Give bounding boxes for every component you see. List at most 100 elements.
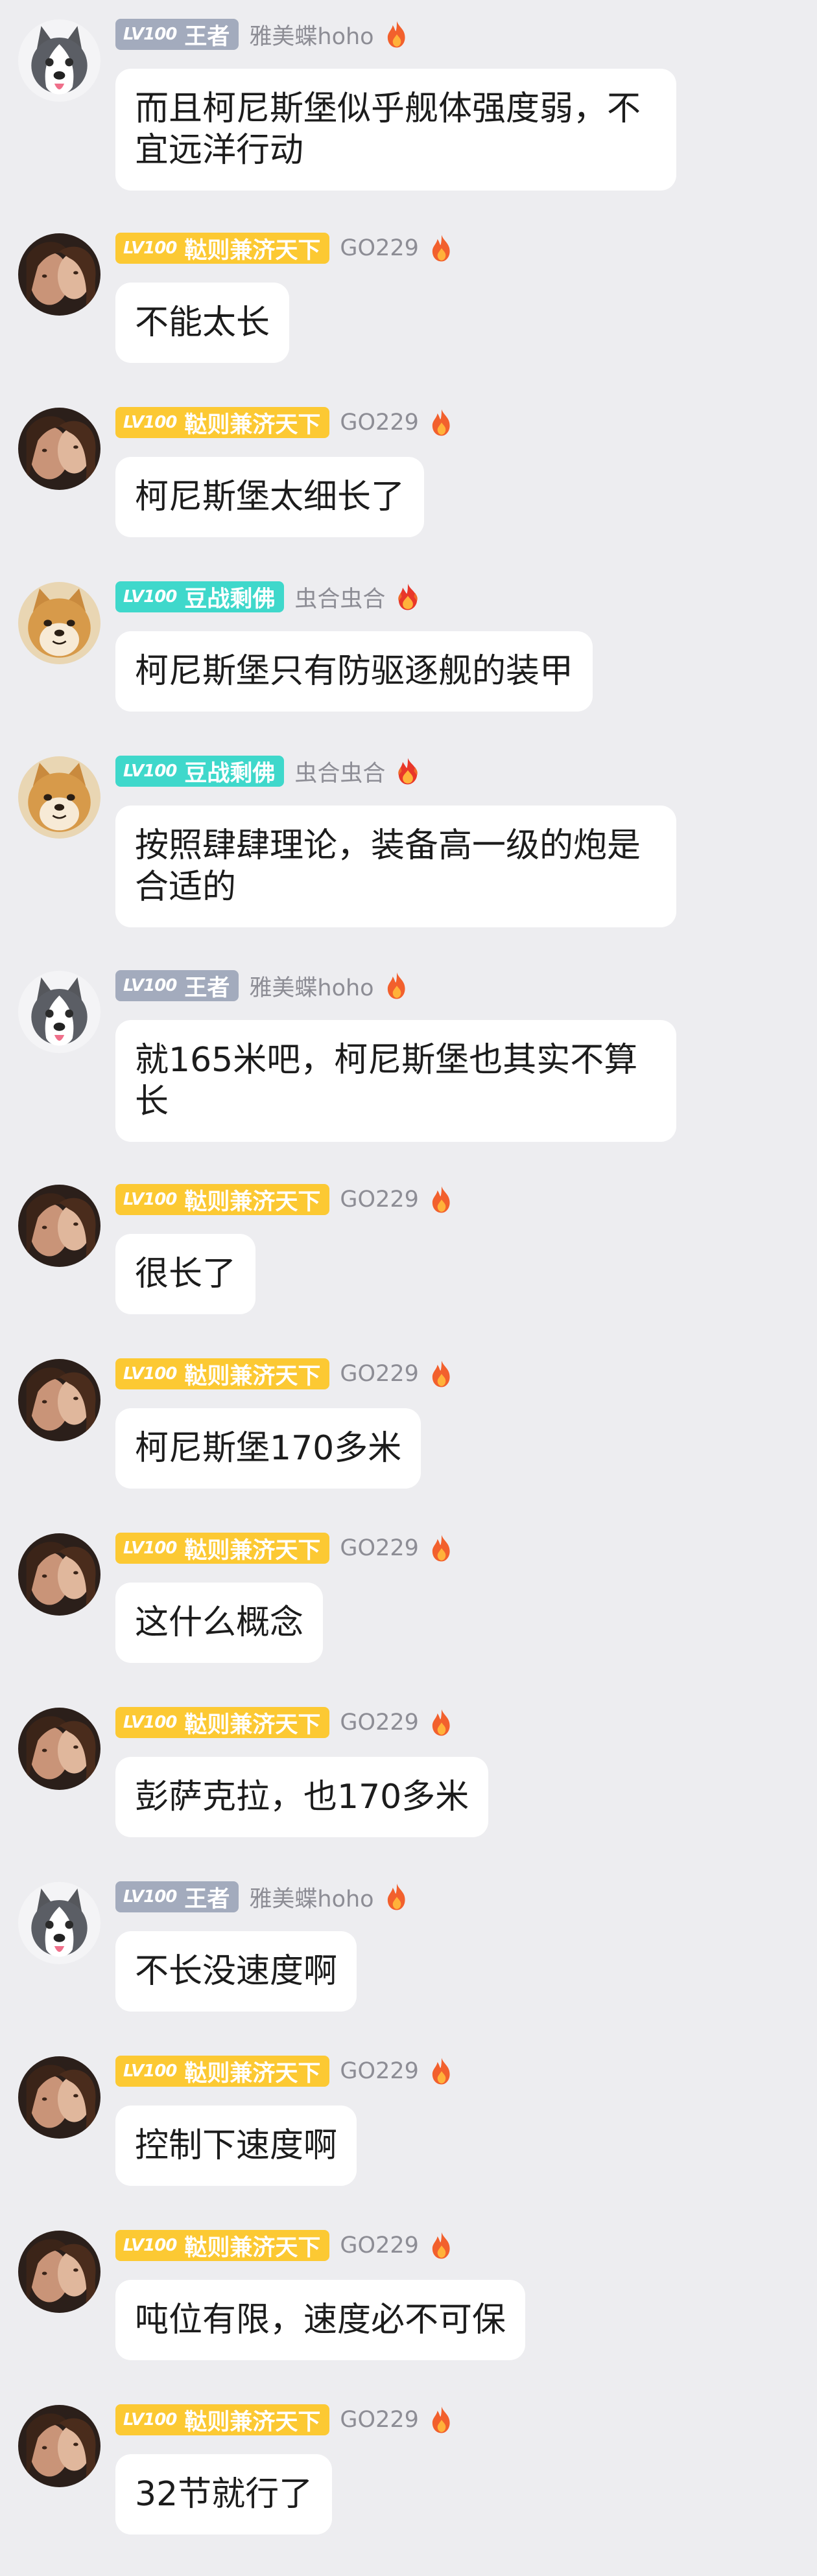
- level-label: LV100: [123, 238, 177, 258]
- flame-icon: [385, 1883, 409, 1911]
- message-bubble[interactable]: 这什么概念: [115, 1583, 324, 1663]
- level-badge: LV100 鞑则兼济天下: [115, 407, 330, 438]
- badge-title: 豆战剩佛: [184, 760, 276, 787]
- sender-meta: LV100 王者 雅美蝶hoho: [115, 18, 409, 51]
- level-label: LV100: [123, 976, 177, 995]
- avatar-couple[interactable]: [18, 408, 101, 490]
- level-label: LV100: [123, 25, 177, 44]
- badge-title: 王者: [184, 975, 230, 1001]
- level-badge: LV100 王者: [115, 970, 239, 1001]
- sender-nickname[interactable]: GO229: [340, 1535, 418, 1561]
- flame-icon: [429, 1185, 454, 1214]
- level-label: LV100: [123, 1887, 177, 1907]
- avatar-shiba[interactable]: [18, 582, 101, 664]
- flame-icon: [385, 971, 409, 1000]
- sender-meta: LV100 鞑则兼济天下 GO229: [115, 2055, 454, 2087]
- sender-nickname[interactable]: 雅美蝶hoho: [249, 18, 373, 51]
- message-bubble[interactable]: 32节就行了: [115, 2454, 333, 2535]
- badge-title: 鞑则兼济天下: [184, 1363, 321, 1389]
- level-label: LV100: [123, 413, 177, 432]
- sender-nickname[interactable]: GO229: [340, 1361, 418, 1387]
- sender-nickname[interactable]: GO229: [340, 2058, 418, 2084]
- badge-title: 鞑则兼济天下: [184, 1712, 321, 1738]
- sender-meta: LV100 王者 雅美蝶hoho: [115, 969, 409, 1002]
- avatar-couple[interactable]: [18, 1533, 101, 1616]
- message-bubble[interactable]: 控制下速度啊: [115, 2106, 357, 2186]
- flame-icon: [429, 1534, 454, 1562]
- level-label: LV100: [123, 587, 177, 607]
- level-badge: LV100 鞑则兼济天下: [115, 1184, 330, 1215]
- avatar-husky[interactable]: [18, 19, 101, 102]
- level-badge: LV100 鞑则兼济天下: [115, 2404, 330, 2435]
- level-label: LV100: [123, 2236, 177, 2255]
- message-bubble[interactable]: 按照肆肆理论，装备高一级的炮是合适的: [115, 806, 676, 927]
- flame-icon: [429, 2057, 454, 2085]
- level-label: LV100: [123, 1364, 177, 1384]
- avatar-shiba[interactable]: [18, 756, 101, 839]
- message-bubble[interactable]: 吨位有限，速度必不可保: [115, 2280, 526, 2360]
- sender-meta: LV100 鞑则兼济天下 GO229: [115, 1532, 454, 1564]
- flame-icon: [396, 757, 420, 785]
- avatar-couple[interactable]: [18, 233, 101, 316]
- sender-nickname[interactable]: GO229: [340, 1710, 418, 1735]
- flame-icon: [429, 1360, 454, 1388]
- message-bubble[interactable]: 而且柯尼斯堡似乎舰体强度弱，不宜远洋行动: [115, 69, 676, 191]
- badge-title: 鞑则兼济天下: [184, 412, 321, 438]
- avatar-couple[interactable]: [18, 2405, 101, 2487]
- avatar-husky[interactable]: [18, 971, 101, 1053]
- avatar-couple[interactable]: [18, 2056, 101, 2139]
- badge-title: 豆战剩佛: [184, 586, 276, 612]
- level-badge: LV100 鞑则兼济天下: [115, 1358, 330, 1389]
- message-bubble[interactable]: 柯尼斯堡170多米: [115, 1408, 421, 1489]
- sender-meta: LV100 鞑则兼济天下 GO229: [115, 1183, 454, 1216]
- message-bubble[interactable]: 就165米吧，柯尼斯堡也其实不算长: [115, 1020, 676, 1142]
- badge-title: 鞑则兼济天下: [184, 2409, 321, 2435]
- sender-meta: LV100 鞑则兼济天下 GO229: [115, 2229, 454, 2262]
- badge-title: 鞑则兼济天下: [184, 2234, 321, 2261]
- level-label: LV100: [123, 1190, 177, 1209]
- sender-nickname[interactable]: GO229: [340, 2407, 418, 2433]
- chat-message-list[interactable]: LV100 王者 雅美蝶hoho 而且柯尼斯堡似乎舰体强度弱，不宜远洋行动 LV…: [0, 0, 817, 2576]
- message-bubble[interactable]: 彭萨克拉，也170多米: [115, 1757, 489, 1837]
- message-bubble[interactable]: 柯尼斯堡只有防驱逐舰的装甲: [115, 631, 593, 712]
- sender-meta: LV100 鞑则兼济天下 GO229: [115, 2404, 454, 2436]
- level-label: LV100: [123, 761, 177, 781]
- level-badge: LV100 王者: [115, 19, 239, 50]
- avatar-husky[interactable]: [18, 1882, 101, 1964]
- badge-title: 王者: [184, 23, 230, 50]
- message-bubble[interactable]: 不长没速度啊: [115, 1931, 357, 2012]
- level-badge: LV100 鞑则兼济天下: [115, 2230, 330, 2261]
- avatar-couple[interactable]: [18, 2231, 101, 2313]
- level-badge: LV100 鞑则兼济天下: [115, 1533, 330, 1564]
- sender-nickname[interactable]: GO229: [340, 235, 418, 261]
- message-bubble[interactable]: 不能太长: [115, 283, 290, 363]
- level-badge: LV100 鞑则兼济天下: [115, 1707, 330, 1738]
- avatar-couple[interactable]: [18, 1708, 101, 1790]
- sender-nickname[interactable]: 虫合虫合: [294, 755, 385, 788]
- badge-title: 鞑则兼济天下: [184, 2060, 321, 2087]
- sender-meta: LV100 鞑则兼济天下 GO229: [115, 406, 454, 439]
- sender-nickname[interactable]: 虫合虫合: [294, 581, 385, 614]
- level-badge: LV100 豆战剩佛: [115, 581, 285, 612]
- sender-meta: LV100 鞑则兼济天下 GO229: [115, 232, 454, 264]
- flame-icon: [429, 2231, 454, 2260]
- avatar-couple[interactable]: [18, 1359, 101, 1441]
- sender-nickname[interactable]: GO229: [340, 1187, 418, 1213]
- avatar-couple[interactable]: [18, 1185, 101, 1267]
- level-badge: LV100 鞑则兼济天下: [115, 233, 330, 264]
- sender-nickname[interactable]: 雅美蝶hoho: [249, 1881, 373, 1914]
- flame-icon: [385, 20, 409, 49]
- sender-nickname[interactable]: GO229: [340, 2233, 418, 2258]
- sender-meta: LV100 鞑则兼济天下 GO229: [115, 1706, 454, 1739]
- message-bubble[interactable]: 柯尼斯堡太细长了: [115, 457, 425, 537]
- sender-nickname[interactable]: GO229: [340, 410, 418, 435]
- level-badge: LV100 鞑则兼济天下: [115, 2056, 330, 2087]
- sender-meta: LV100 王者 雅美蝶hoho: [115, 1881, 409, 1913]
- level-label: LV100: [123, 1538, 177, 1558]
- level-badge: LV100 豆战剩佛: [115, 756, 285, 787]
- sender-nickname[interactable]: 雅美蝶hoho: [249, 969, 373, 1003]
- badge-title: 鞑则兼济天下: [184, 1537, 321, 1564]
- badge-title: 鞑则兼济天下: [184, 237, 321, 264]
- flame-icon: [429, 408, 454, 437]
- message-bubble[interactable]: 很长了: [115, 1234, 256, 1314]
